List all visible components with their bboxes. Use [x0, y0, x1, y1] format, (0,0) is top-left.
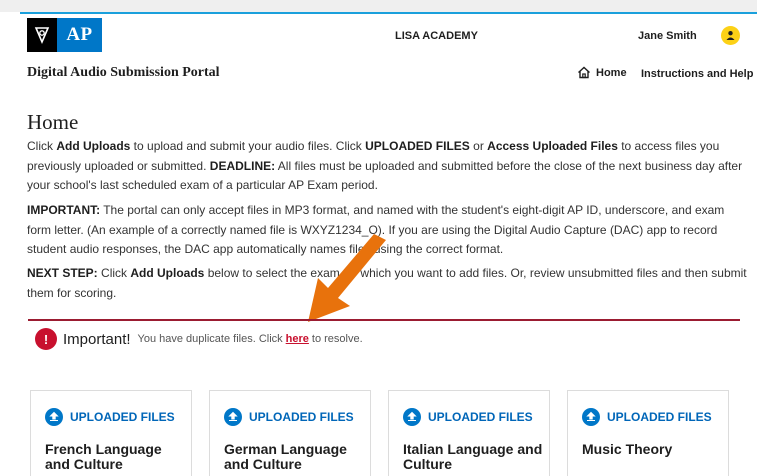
nav-home-link[interactable]: Home	[577, 66, 627, 79]
exclamation-icon: !	[35, 328, 57, 350]
portal-title: Digital Audio Submission Portal	[27, 65, 220, 80]
alert-title: Important!	[63, 330, 131, 348]
alert-text-after: to resolve.	[311, 333, 363, 345]
uploaded-files-link[interactable]: UPLOADED FILES	[45, 408, 175, 426]
browser-top-strip	[0, 0, 757, 12]
nav-help-link[interactable]: Instructions and Help	[641, 68, 753, 80]
exam-card-italian: UPLOADED FILES Italian Language and Cult…	[388, 390, 550, 476]
upload-icon	[582, 408, 600, 426]
upload-icon	[45, 408, 63, 426]
exam-card-french: UPLOADED FILES French Language and Cultu…	[30, 390, 192, 476]
alert-text-before: You have duplicate files. Click	[137, 333, 283, 345]
exam-card-german: UPLOADED FILES German Language and Cultu…	[209, 390, 371, 476]
exam-title: Italian Language and Culture	[403, 441, 543, 472]
uploaded-files-link[interactable]: UPLOADED FILES	[403, 408, 533, 426]
upload-icon	[224, 408, 242, 426]
upload-icon	[403, 408, 421, 426]
uploaded-files-link[interactable]: UPLOADED FILES	[224, 408, 354, 426]
ap-logo[interactable]: AP	[27, 18, 102, 52]
home-icon	[578, 66, 590, 79]
alert-divider	[28, 319, 740, 321]
page-title: Home	[27, 110, 79, 134]
uploaded-files-link[interactable]: UPLOADED FILES	[582, 408, 712, 426]
top-header: AP LISA ACADEMY Jane Smith	[20, 12, 757, 60]
exam-title: French Language and Culture	[45, 441, 162, 472]
exam-title: Music Theory	[582, 441, 673, 457]
school-name: LISA ACADEMY	[395, 30, 478, 42]
arrow-annotation-icon	[308, 234, 386, 322]
user-name[interactable]: Jane Smith	[638, 30, 697, 42]
ap-logo-text: AP	[57, 18, 102, 52]
ap-torch-logo-icon	[27, 18, 57, 52]
nav-home-label: Home	[596, 66, 627, 79]
duplicate-files-alert: ! Important! You have duplicate files. C…	[35, 328, 363, 350]
intro-paragraph: Click Add Uploads to upload and submit y…	[27, 139, 743, 192]
user-avatar-icon[interactable]	[721, 26, 740, 45]
exam-title: German Language and Culture	[224, 441, 347, 472]
exam-card-music-theory: UPLOADED FILES Music Theory	[567, 390, 729, 476]
resolve-duplicates-link[interactable]: here	[286, 333, 309, 345]
